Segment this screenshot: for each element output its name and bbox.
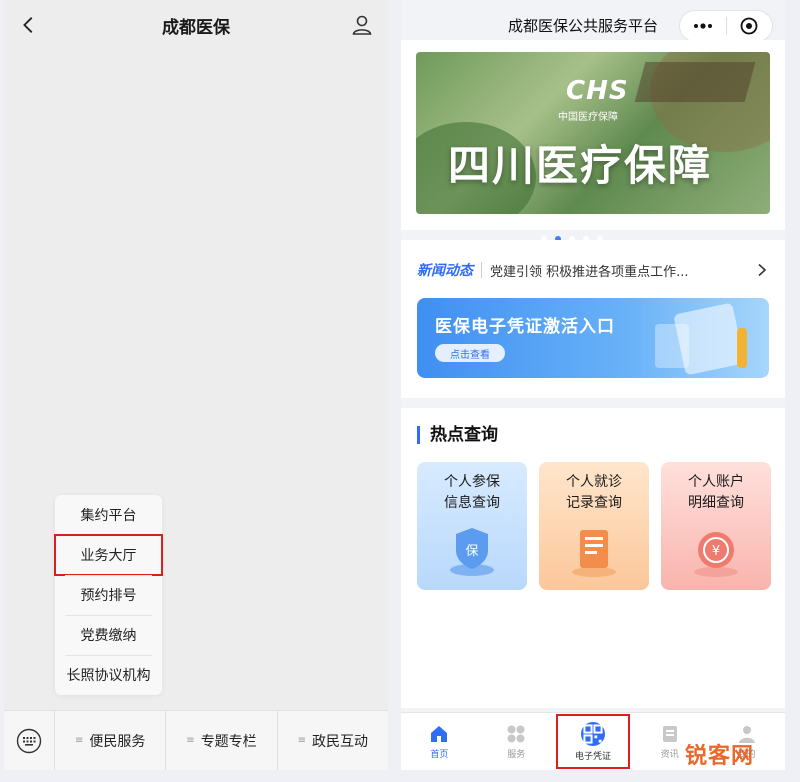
- shield-icon: 保: [450, 528, 494, 576]
- menu-dash-icon: ≡: [186, 735, 195, 746]
- hot-query-tiles: 个人参保 信息查询 保 个人就诊 记录查询 个人账户 明细查询 ¥: [417, 462, 771, 590]
- tab-label: 首页: [430, 749, 449, 760]
- page-title: 成都医保公共服务平台: [507, 16, 658, 35]
- popup-item-appointment[interactable]: 预约排号: [55, 575, 162, 615]
- svg-text:保: 保: [465, 544, 478, 559]
- document-icon: [662, 725, 677, 742]
- menu-tab-topics[interactable]: ≡ 专题专栏: [165, 711, 276, 770]
- tab-label: 服务: [507, 749, 526, 760]
- keyboard-toggle[interactable]: [4, 728, 54, 754]
- news-card: 新闻动态 党建引领 积极推进各项重点工作... 医保电子凭证激活入口 点击查看: [401, 240, 785, 398]
- left-header: 成都医保: [4, 0, 388, 50]
- popup-item-longterm-care[interactable]: 长照协议机构: [55, 655, 162, 695]
- banner-carousel[interactable]: CHS 中国医疗保障 四川医疗保障: [416, 52, 770, 214]
- banner-headline: 四川医疗保障: [448, 141, 713, 190]
- section-title: 热点查询: [417, 426, 498, 444]
- tab-ehealth-card[interactable]: 电子凭证: [555, 713, 632, 770]
- menu-tab-label: 便民服务: [89, 733, 146, 750]
- tile-visit-records[interactable]: 个人就诊 记录查询: [539, 462, 649, 590]
- tab-label: 资讯: [660, 749, 679, 760]
- more-button[interactable]: [680, 23, 726, 29]
- news-divider: [481, 262, 482, 278]
- menu-dash-icon: ≡: [297, 735, 307, 746]
- medical-record-icon: [572, 530, 616, 577]
- chevron-right-icon: [758, 263, 767, 277]
- home-icon: [431, 725, 448, 742]
- banner-pavilion: [634, 62, 756, 102]
- tile-label: 个人账户 明细查询: [688, 474, 744, 511]
- target-close-icon: [740, 17, 758, 35]
- bottom-menu: ≡ 便民服务 ≡ 专题专栏 ≡ 政民互动: [4, 710, 388, 770]
- popup-item-business-hall[interactable]: 业务大厅: [54, 534, 163, 576]
- tile-account-details[interactable]: 个人账户 明细查询 ¥: [661, 462, 771, 590]
- back-arrow-icon[interactable]: [18, 14, 40, 36]
- ehealth-card-promo[interactable]: 医保电子凭证激活入口 点击查看: [417, 298, 769, 378]
- page-title: 成都医保: [162, 17, 230, 38]
- menu-tab-convenience[interactable]: ≡ 便民服务: [54, 711, 165, 770]
- coin-icon: ¥: [694, 532, 738, 577]
- keyboard-icon: [16, 728, 42, 753]
- tab-label: 电子凭证: [574, 751, 611, 762]
- tab-home[interactable]: 首页: [401, 713, 478, 770]
- news-headline: 党建引领 积极推进各项重点工作...: [490, 264, 689, 280]
- chs-logo: CHS: [566, 76, 629, 106]
- news-ticker[interactable]: 新闻动态 党建引领 积极推进各项重点工作...: [417, 258, 769, 282]
- tile-label: 个人参保 信息查询: [444, 474, 500, 511]
- tab-services[interactable]: 服务: [478, 713, 555, 770]
- person-icon[interactable]: [350, 13, 374, 37]
- more-dots-icon: [693, 23, 712, 29]
- popup-item-jiyue[interactable]: 集约平台: [55, 495, 162, 535]
- close-miniprogram-button[interactable]: [727, 17, 773, 35]
- promo-title: 医保电子凭证激活入口: [435, 317, 615, 337]
- miniprogram-capsule: [679, 10, 773, 42]
- menu-tab-label: 政民互动: [312, 733, 369, 750]
- tile-label: 个人就诊 记录查询: [566, 474, 622, 511]
- svg-text:¥: ¥: [712, 544, 720, 559]
- left-screen: 成都医保 集约平台 业务大厅 预约排号 党费缴纳 长照协议机构 ≡ 便民服务 ≡ 专…: [4, 0, 388, 770]
- right-screen: 成都医保公共服务平台 CHS 中国医疗保障 四川医疗保障 新闻动态 党建引领 积…: [401, 0, 785, 770]
- menu-tab-label: 专题专栏: [200, 733, 257, 750]
- chs-logo-subtitle: 中国医疗保障: [558, 112, 618, 123]
- menu-popup: 集约平台 业务大厅 预约排号 党费缴纳 长照协议机构: [54, 495, 163, 695]
- grid-services-icon: [507, 725, 525, 742]
- site-watermark: 锐客网: [684, 744, 754, 769]
- news-tag: 新闻动态: [417, 263, 473, 279]
- hot-query-section: 热点查询 个人参保 信息查询 保 个人就诊 记录查询 个人账户 明细查询 ¥: [401, 408, 785, 708]
- banner-card: CHS 中国医疗保障 四川医疗保障: [401, 40, 785, 242]
- promo-view-button[interactable]: 点击查看: [435, 344, 505, 362]
- qr-code-icon: [580, 721, 605, 746]
- promo-phone-illustration: [673, 302, 745, 376]
- menu-tab-interaction[interactable]: ≡ 政民互动: [276, 711, 388, 770]
- tile-insurance-info[interactable]: 个人参保 信息查询 保: [417, 462, 527, 590]
- menu-dash-icon: ≡: [74, 735, 84, 746]
- popup-item-party-fee[interactable]: 党费缴纳: [55, 615, 162, 655]
- promo-person-illustration: [737, 328, 747, 368]
